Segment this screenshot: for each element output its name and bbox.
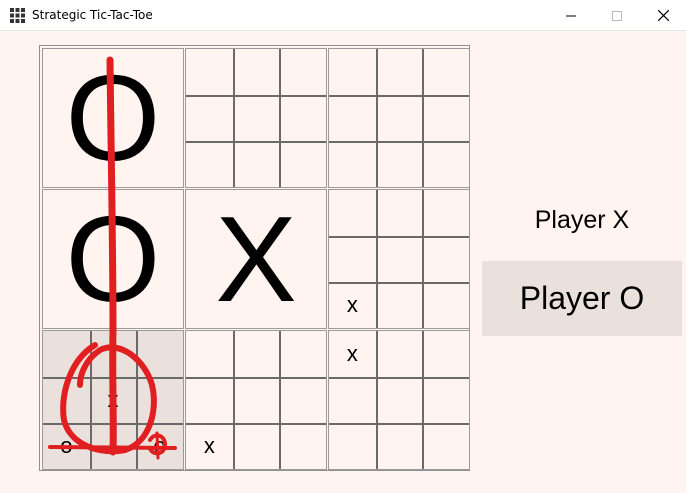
cell[interactable]	[376, 282, 423, 328]
cell[interactable]	[329, 141, 376, 187]
sub-board-winner-mark: O	[65, 50, 161, 186]
cell[interactable]	[279, 377, 326, 423]
cell[interactable]	[329, 236, 376, 282]
cell[interactable]: x	[329, 331, 376, 377]
cell[interactable]	[279, 423, 326, 469]
sub-board-winner-mark: O	[65, 191, 161, 327]
cell[interactable]	[186, 49, 233, 95]
minimize-icon	[566, 15, 576, 16]
sub-board-9[interactable]: x	[328, 330, 470, 470]
cell[interactable]: o	[136, 423, 183, 469]
maximize-icon	[612, 10, 622, 21]
cell[interactable]	[376, 95, 423, 141]
cell[interactable]	[90, 331, 137, 377]
cell[interactable]	[422, 95, 469, 141]
player-o-label: Player O	[482, 261, 682, 336]
cell[interactable]	[376, 236, 423, 282]
cell[interactable]	[329, 95, 376, 141]
minimize-button[interactable]	[548, 0, 594, 31]
cell[interactable]	[279, 95, 326, 141]
cell[interactable]	[186, 141, 233, 187]
cell[interactable]	[136, 377, 183, 423]
cell[interactable]	[422, 141, 469, 187]
cell[interactable]	[233, 95, 280, 141]
cell[interactable]	[422, 423, 469, 469]
cell[interactable]	[376, 377, 423, 423]
cell[interactable]	[422, 282, 469, 328]
cell[interactable]	[376, 141, 423, 187]
sub-board-winner-mark: X	[215, 191, 297, 327]
sub-board-2[interactable]	[185, 48, 327, 188]
window-title: Strategic Tic-Tac-Toe	[32, 8, 153, 22]
grid-icon	[10, 8, 25, 23]
cell[interactable]	[279, 49, 326, 95]
cell[interactable]	[329, 377, 376, 423]
cell[interactable]	[279, 331, 326, 377]
sub-board-1[interactable]: O	[42, 48, 184, 188]
cell[interactable]	[233, 423, 280, 469]
cell[interactable]	[233, 49, 280, 95]
cell[interactable]	[329, 190, 376, 236]
cell[interactable]	[376, 49, 423, 95]
cell[interactable]	[43, 377, 90, 423]
cell[interactable]	[422, 49, 469, 95]
cell[interactable]	[376, 331, 423, 377]
cell[interactable]	[422, 236, 469, 282]
sub-board-3[interactable]	[328, 48, 470, 188]
cell[interactable]	[43, 331, 90, 377]
cell[interactable]	[376, 190, 423, 236]
sub-board-7[interactable]: xoo	[42, 330, 184, 470]
title-bar: Strategic Tic-Tac-Toe	[0, 0, 686, 31]
cell[interactable]	[329, 423, 376, 469]
sub-board-4[interactable]: O	[42, 189, 184, 329]
cell[interactable]	[233, 141, 280, 187]
close-icon	[657, 10, 669, 21]
cell[interactable]	[90, 423, 137, 469]
player-x-label: Player X	[534, 206, 630, 234]
cell[interactable]	[422, 331, 469, 377]
cell[interactable]	[186, 377, 233, 423]
cell[interactable]: x	[186, 423, 233, 469]
cell[interactable]	[233, 377, 280, 423]
cell[interactable]	[136, 331, 183, 377]
cell[interactable]	[422, 190, 469, 236]
sub-board-8[interactable]: x	[185, 330, 327, 470]
cell[interactable]: o	[43, 423, 90, 469]
cell[interactable]: x	[329, 282, 376, 328]
cell[interactable]	[186, 331, 233, 377]
cell[interactable]	[376, 423, 423, 469]
cell[interactable]: x	[90, 377, 137, 423]
game-board: OOXxxooxx	[39, 45, 470, 471]
cell[interactable]	[329, 49, 376, 95]
cell[interactable]	[279, 141, 326, 187]
sub-board-6[interactable]: x	[328, 189, 470, 329]
sub-board-5[interactable]: X	[185, 189, 327, 329]
maximize-button[interactable]	[594, 0, 640, 31]
close-button[interactable]	[640, 0, 686, 31]
cell[interactable]	[422, 377, 469, 423]
cell[interactable]	[186, 95, 233, 141]
cell[interactable]	[233, 331, 280, 377]
